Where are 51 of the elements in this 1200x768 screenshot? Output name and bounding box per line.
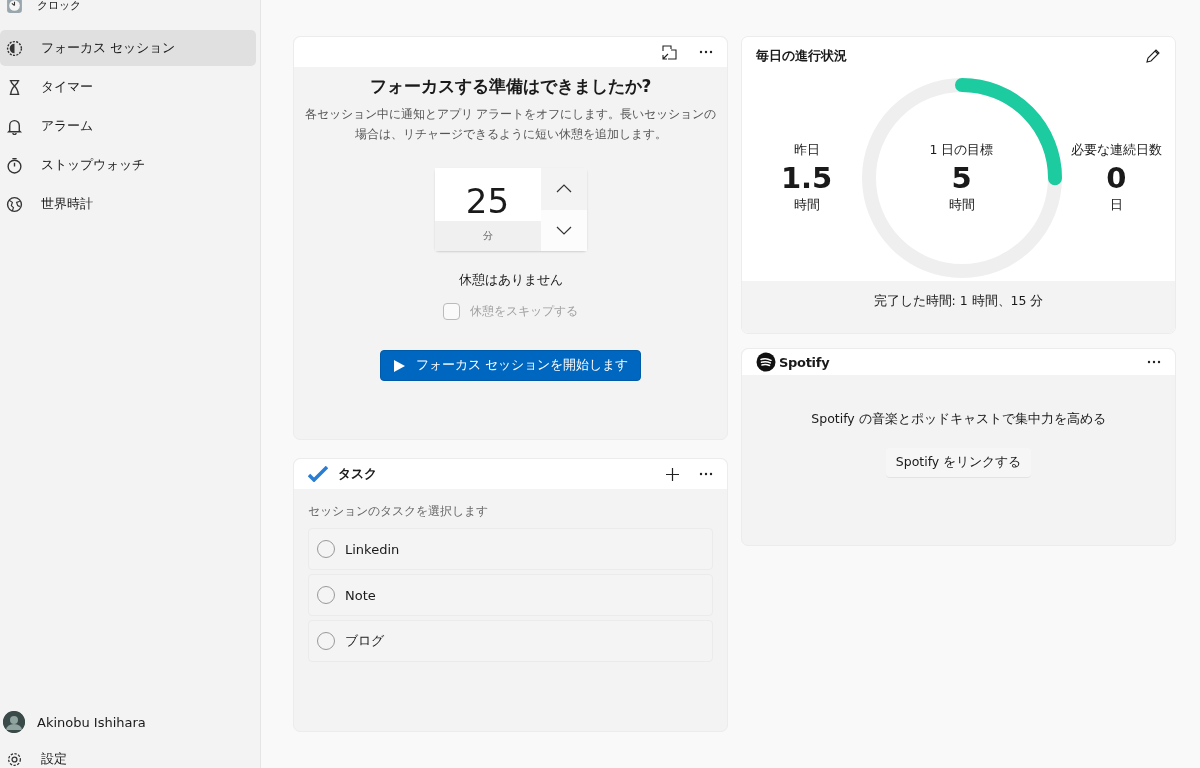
focus-description: 各セッション中に通知とアプリ アラートをオフにします。長いセッションの場合は、リチャージできるように短い休憩を追加します。 bbox=[303, 106, 718, 143]
bell-icon bbox=[6, 117, 23, 135]
pencil-icon[interactable] bbox=[1145, 48, 1161, 64]
more-icon[interactable] bbox=[699, 50, 713, 54]
avatar[interactable] bbox=[3, 711, 25, 733]
minutes-value[interactable]: 25 bbox=[434, 168, 541, 221]
add-icon[interactable] bbox=[666, 467, 679, 481]
stopwatch-icon bbox=[6, 156, 23, 174]
focus-title: フォーカスする準備はできましたか? bbox=[368, 75, 653, 98]
mini-window-icon[interactable] bbox=[662, 44, 677, 60]
chevron-down-icon[interactable] bbox=[555, 225, 572, 235]
task-item[interactable]: Note bbox=[308, 574, 713, 616]
spotify-message: Spotify の音楽とポッドキャストで集中力を高める bbox=[810, 411, 1107, 428]
app-title: クロック bbox=[37, 0, 81, 13]
nav-item[interactable]: アラーム bbox=[0, 108, 256, 144]
task-item[interactable]: ブログ bbox=[308, 620, 713, 662]
stat-label: 1 日の目標 bbox=[929, 142, 994, 159]
globe-icon bbox=[6, 195, 23, 213]
focus-icon bbox=[6, 39, 23, 57]
settings-item[interactable]: 設定 bbox=[0, 744, 256, 768]
stat-value: 1.5 bbox=[780, 160, 833, 197]
chevron-up-icon[interactable] bbox=[555, 184, 572, 194]
break-status: 休憩はありません bbox=[457, 271, 564, 289]
task-label[interactable]: ブログ bbox=[345, 632, 384, 650]
stat-value: 0 bbox=[1106, 160, 1127, 197]
tasks-hint: セッションのタスクを選択します bbox=[307, 503, 489, 520]
nav-item[interactable]: 世界時計 bbox=[0, 186, 256, 222]
task-item[interactable]: Linkedin bbox=[308, 528, 713, 570]
progress-title: 毎日の進行状況 bbox=[756, 47, 847, 65]
completed-time: 完了した時間: 1 時間、15 分 bbox=[742, 281, 1175, 333]
tasks-title: タスク bbox=[338, 465, 378, 483]
nav-item[interactable]: ストップウォッチ bbox=[0, 147, 256, 183]
spotify-brand: Spotify bbox=[779, 354, 830, 370]
nav-item[interactable]: フォーカス セッション bbox=[0, 30, 256, 66]
nav-item[interactable]: タイマー bbox=[0, 69, 256, 105]
task-label[interactable]: Linkedin bbox=[345, 541, 400, 557]
play-icon[interactable] bbox=[393, 358, 406, 373]
more-icon[interactable] bbox=[699, 472, 713, 476]
stat-unit: 時間 bbox=[948, 197, 975, 214]
stat-unit: 時間 bbox=[793, 197, 820, 214]
spotify-logo-icon bbox=[756, 352, 776, 372]
task-label[interactable]: Note bbox=[345, 587, 376, 603]
more-icon[interactable] bbox=[1147, 360, 1161, 364]
stat-label: 昨日 bbox=[793, 142, 820, 159]
settings-icon[interactable] bbox=[6, 750, 23, 768]
user-name[interactable]: Akinobu Ishihara bbox=[37, 714, 146, 730]
stat-label: 必要な連続日数 bbox=[1070, 142, 1162, 159]
checkmark-icon bbox=[308, 466, 328, 482]
start-focus-button[interactable]: フォーカス セッションを開始します bbox=[380, 350, 641, 381]
stat-unit: 日 bbox=[1109, 197, 1123, 214]
stat-value: 5 bbox=[951, 160, 972, 197]
